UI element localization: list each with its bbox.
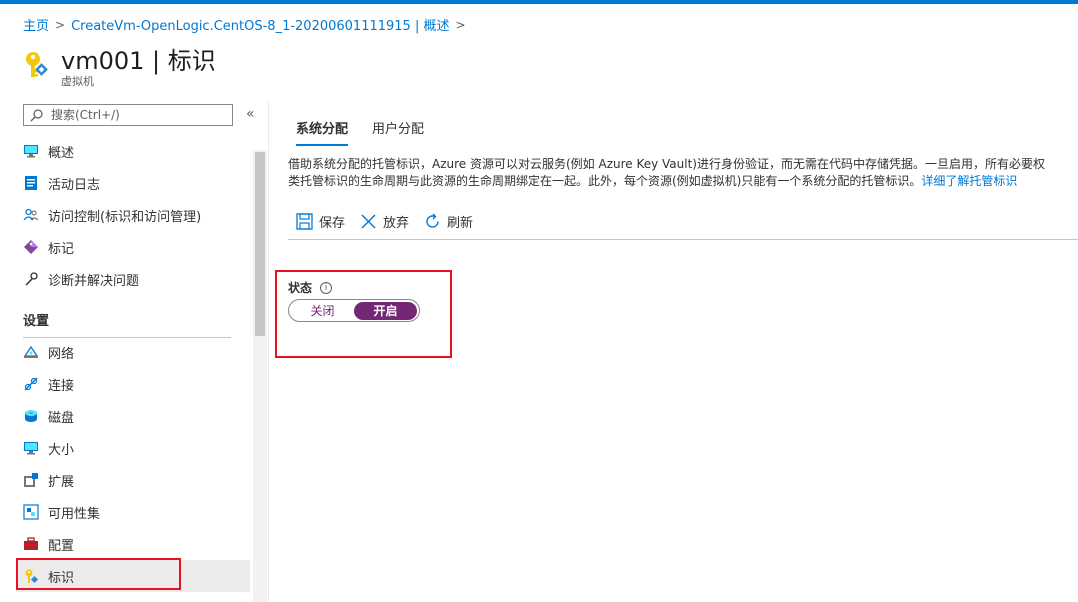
- toolbar-divider: [288, 239, 1078, 240]
- info-icon[interactable]: i: [320, 281, 333, 294]
- page-title: vm001 | 标识: [61, 47, 216, 75]
- refresh-label: 刷新: [447, 216, 474, 231]
- monitor-icon: [23, 143, 39, 159]
- highlight-annotation-identity: [16, 558, 181, 590]
- search-input[interactable]: [51, 108, 221, 122]
- command-bar: 保存 放弃 刷新: [296, 212, 488, 231]
- sidebar-item-label: 扩展: [48, 474, 75, 490]
- sidebar-item-label: 标记: [48, 241, 75, 257]
- sidebar-item-label: 可用性集: [48, 506, 101, 522]
- top-accent-bar: [0, 0, 1078, 4]
- activity-log-icon: [23, 175, 39, 191]
- sidebar-item-label: 连接: [48, 378, 75, 394]
- sidebar-scrollbar[interactable]: [253, 150, 267, 602]
- learn-more-link[interactable]: 详细了解托管标识: [921, 174, 1017, 188]
- sidebar-item-networking[interactable]: 网络: [16, 336, 250, 368]
- save-icon: [296, 213, 313, 230]
- tab-system-assigned[interactable]: 系统分配: [296, 118, 349, 146]
- toggle-option-off[interactable]: 关闭: [291, 302, 354, 320]
- discard-label: 放弃: [383, 216, 410, 231]
- section-header-settings: 设置: [23, 310, 231, 338]
- scrollbar-thumb[interactable]: [255, 152, 265, 336]
- breadcrumb: 主页 > CreateVm-OpenLogic.CentOS-8_1-2020060…: [23, 15, 472, 35]
- disk-icon: [23, 408, 39, 424]
- sidebar-item-label: 网络: [48, 346, 75, 362]
- sidebar-item-size[interactable]: 大小: [16, 432, 250, 464]
- save-label: 保存: [319, 216, 346, 231]
- discard-button[interactable]: 放弃: [360, 212, 409, 231]
- sidebar-item-overview[interactable]: 概述: [16, 135, 250, 167]
- refresh-button[interactable]: 刷新: [424, 212, 473, 231]
- sidebar-item-label: 磁盘: [48, 410, 75, 426]
- sidebar-search[interactable]: [23, 104, 233, 126]
- status-label: 状态 i: [288, 279, 333, 296]
- sidebar-item-extensions[interactable]: 扩展: [16, 464, 250, 496]
- breadcrumb-deployment-link[interactable]: CreateVm-OpenLogic.CentOS-8_1-2020060111…: [71, 15, 449, 34]
- tab-bar: 系统分配 用户分配: [296, 118, 448, 146]
- status-toggle[interactable]: 关闭 开启: [288, 299, 420, 322]
- description-line-2-text: 类托管标识的生命周期与此资源的生命周期绑定在一起。此外，每个资源(例如虚拟机)只…: [288, 174, 922, 188]
- save-button[interactable]: 保存: [296, 212, 345, 231]
- description-line-1: 借助系统分配的托管标识，Azure 资源可以对云服务(例如 Azure Key …: [288, 157, 1045, 171]
- chevron-right-icon: >: [455, 17, 466, 32]
- sidebar-divider: [268, 100, 269, 602]
- network-icon: [23, 344, 39, 360]
- connect-icon: [23, 376, 39, 392]
- wrench-icon: [23, 271, 39, 287]
- breadcrumb-home-link[interactable]: 主页: [23, 15, 49, 34]
- availability-set-icon: [23, 504, 39, 520]
- sidebar: « 概述 活动日志 访问控制(标识和访问管理) 标记 诊断并解决问题 设置 网络…: [0, 100, 268, 602]
- sidebar-item-connect[interactable]: 连接: [16, 368, 250, 400]
- size-monitor-icon: [23, 440, 39, 456]
- sidebar-item-disks[interactable]: 磁盘: [16, 400, 250, 432]
- close-icon: [361, 214, 376, 229]
- sidebar-item-activity-log[interactable]: 活动日志: [16, 167, 250, 199]
- sidebar-item-label: 活动日志: [48, 177, 101, 193]
- configuration-icon: [23, 536, 39, 552]
- sidebar-item-availability-set[interactable]: 可用性集: [16, 496, 250, 528]
- collapse-sidebar-button[interactable]: «: [246, 106, 255, 122]
- sidebar-item-access-control[interactable]: 访问控制(标识和访问管理): [16, 199, 250, 231]
- sidebar-item-label: 诊断并解决问题: [48, 273, 140, 289]
- status-label-text: 状态: [288, 281, 313, 295]
- identity-key-icon: [26, 52, 48, 77]
- chevron-right-icon: >: [55, 17, 66, 32]
- tab-user-assigned[interactable]: 用户分配: [372, 118, 424, 146]
- extension-icon: [23, 472, 39, 488]
- page-subtitle: 虚拟机: [61, 75, 94, 88]
- toggle-option-on[interactable]: 开启: [354, 301, 417, 320]
- refresh-icon: [426, 213, 439, 228]
- sidebar-item-diagnose[interactable]: 诊断并解决问题: [16, 263, 250, 295]
- tag-icon: [23, 239, 39, 255]
- people-icon: [23, 207, 39, 223]
- search-icon: [30, 108, 43, 121]
- sidebar-item-label: 访问控制(标识和访问管理): [48, 209, 202, 225]
- sidebar-item-label: 概述: [48, 145, 75, 161]
- sidebar-item-configuration[interactable]: 配置: [16, 528, 250, 560]
- description-text: 借助系统分配的托管标识，Azure 资源可以对云服务(例如 Azure Key …: [288, 156, 1078, 190]
- description-line-2: 类托管标识的生命周期与此资源的生命周期绑定在一起。此外，每个资源(例如虚拟机)只…: [288, 173, 1078, 190]
- sidebar-item-label: 配置: [48, 538, 75, 554]
- sidebar-item-label: 大小: [48, 442, 75, 458]
- sidebar-item-tags[interactable]: 标记: [16, 231, 250, 263]
